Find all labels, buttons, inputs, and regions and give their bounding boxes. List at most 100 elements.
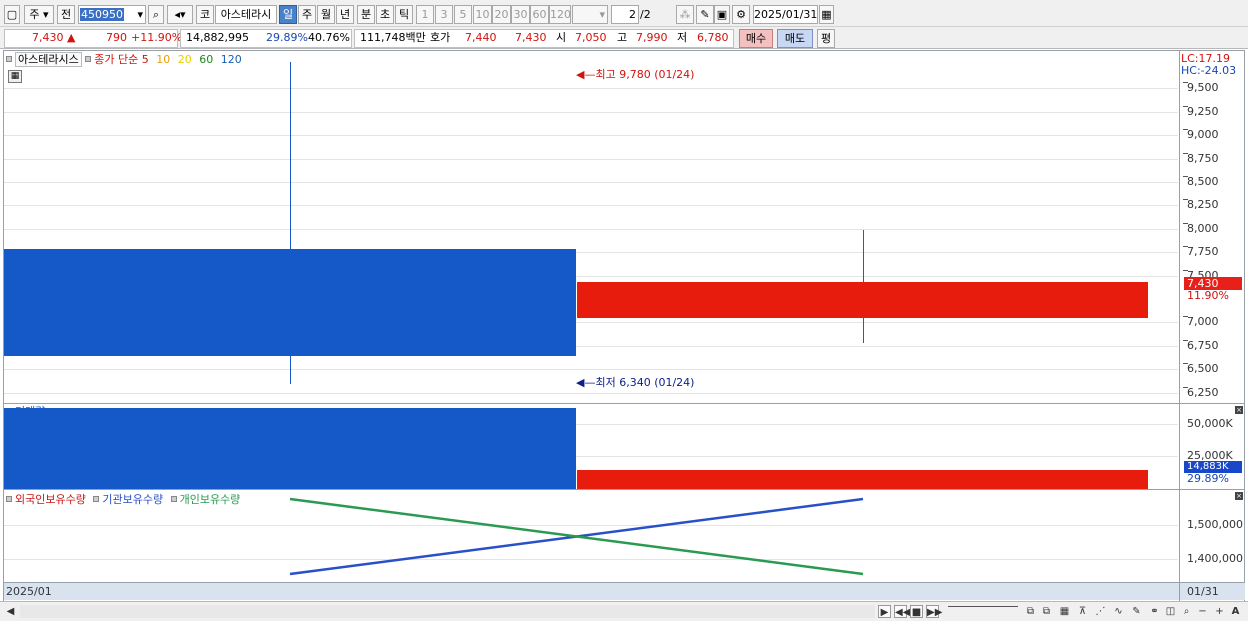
tick-5[interactable]: 5 xyxy=(454,5,472,24)
date-input[interactable]: 2025/01/31 xyxy=(753,5,818,24)
speaker-icon[interactable]: ◂▾ xyxy=(167,5,193,24)
left-arrow-icon: ◀— xyxy=(576,68,596,81)
tick-60[interactable]: 60 xyxy=(530,5,549,24)
crosshair-icon[interactable]: ✎ xyxy=(696,5,714,24)
multi-window-icon[interactable]: ⧉ xyxy=(1024,605,1037,618)
y-tick-label: 7,000 xyxy=(1187,315,1219,328)
grid-line xyxy=(4,159,1178,160)
save-icon[interactable]: ▣ xyxy=(714,5,730,24)
custom-tick-select[interactable]: ▾ xyxy=(572,5,608,24)
period-minute[interactable]: 분 xyxy=(357,5,375,24)
search-icon[interactable]: ⌕ xyxy=(148,5,164,24)
y-tick-label: 9,500 xyxy=(1187,81,1219,94)
tick-120[interactable]: 120 xyxy=(549,5,571,24)
tick-10[interactable]: 10 xyxy=(473,5,492,24)
chevron-down-icon: ▾ xyxy=(599,8,605,21)
sync-icon[interactable]: ⁂ xyxy=(676,5,694,24)
min-price-annotation: ◀—최저 6,340 (01/24) xyxy=(576,376,695,389)
interval-select[interactable]: 주 ▾ xyxy=(24,5,54,24)
eval-button[interactable]: 평 xyxy=(817,29,835,48)
grid-line xyxy=(4,229,1178,230)
candle-body xyxy=(4,249,576,356)
hoga-label: 호가 xyxy=(430,31,451,44)
zoom-in-icon[interactable]: + xyxy=(1213,605,1226,618)
market-button[interactable]: 코 xyxy=(196,5,214,24)
scroll-left-icon[interactable]: ◀ xyxy=(4,605,17,618)
calendar-icon[interactable]: ▦ xyxy=(819,5,834,24)
volume-bar xyxy=(4,408,576,489)
zoom-slider[interactable] xyxy=(948,606,1018,615)
top-toolbar: ▢ 주 ▾ 전 450950 ▾ ⌕ ◂▾ 코 아스테라시 일 주 월 년 분 초… xyxy=(0,0,1248,27)
ratio-value: 40.76% xyxy=(308,31,350,44)
auto-scale-icon[interactable]: A xyxy=(1229,605,1242,618)
grid-line xyxy=(4,205,1178,206)
sell-button[interactable]: 매도 xyxy=(777,29,813,48)
close-icon[interactable]: × xyxy=(1235,406,1243,414)
ma-5-label: 5 xyxy=(141,53,149,66)
grid-line xyxy=(4,182,1178,183)
panel-divider[interactable] xyxy=(4,403,1245,404)
legend-marker-icon xyxy=(85,56,92,62)
candle-body xyxy=(577,282,1148,318)
gear-icon[interactable]: ⚙ xyxy=(732,5,750,24)
y-tick-label: 8,000 xyxy=(1187,222,1219,235)
ruler-icon[interactable]: ⊼ xyxy=(1076,605,1089,618)
period-tick[interactable]: 틱 xyxy=(395,5,413,24)
ma-60-label: 60 xyxy=(199,53,214,66)
period-month[interactable]: 월 xyxy=(317,5,335,24)
hc-label: HC:-24.03 xyxy=(1181,64,1237,77)
period-year[interactable]: 년 xyxy=(336,5,354,24)
holding-lines xyxy=(289,497,864,576)
y-tick-label: 1,500,000 xyxy=(1187,518,1243,531)
rewind-icon[interactable]: ◀◀ xyxy=(894,605,910,618)
wave-icon[interactable]: ∿ xyxy=(1112,605,1125,618)
scroll-right-icon[interactable]: ▶ xyxy=(878,605,891,618)
pencil-icon[interactable]: ✎ xyxy=(1130,605,1143,618)
period-week[interactable]: 주 xyxy=(298,5,316,24)
chevron-down-icon: ▾ xyxy=(137,8,143,21)
hoga-ask: 7,440 xyxy=(465,31,497,44)
stock-name-field[interactable]: 아스테라시 xyxy=(215,5,277,24)
zoom-out-icon[interactable]: − xyxy=(1196,605,1209,618)
legend-marker-icon xyxy=(6,56,12,62)
page-current-input[interactable]: 2 xyxy=(611,5,639,24)
stock-name-tag[interactable]: 아스테라시스 xyxy=(15,52,82,67)
high-value: 7,990 xyxy=(636,31,668,44)
layers-icon[interactable]: ◫ xyxy=(1164,605,1177,618)
tick-20[interactable]: 20 xyxy=(492,5,511,24)
close-icon[interactable]: × xyxy=(1235,492,1243,500)
quote-bar: 7,430 ▲ 790 +11.90% 14,882,995 29.89% 40… xyxy=(0,27,1248,49)
tick-30[interactable]: 30 xyxy=(511,5,530,24)
volume-value: 14,882,995 xyxy=(186,31,249,44)
prev-button[interactable]: 전 xyxy=(57,5,75,24)
tick-1[interactable]: 1 xyxy=(416,5,434,24)
link-icon[interactable]: ⚭ xyxy=(1148,605,1161,618)
ma-legend-title[interactable]: 종가 단순 xyxy=(94,53,138,66)
buy-button[interactable]: 매수 xyxy=(739,29,773,48)
y-tick-label: 6,750 xyxy=(1187,339,1219,352)
volume-bar xyxy=(577,470,1148,489)
grid-line xyxy=(4,88,1178,89)
table-view-icon[interactable]: ▦ xyxy=(8,70,22,83)
trendline-icon[interactable]: ⋰ xyxy=(1094,605,1107,618)
stop-icon[interactable]: ■ xyxy=(910,605,923,618)
current-price: 7,430 xyxy=(32,31,64,44)
period-day[interactable]: 일 xyxy=(279,5,297,24)
low-label: 저 xyxy=(677,31,688,44)
open-label: 시 xyxy=(556,31,567,44)
fast-forward-icon[interactable]: ▶▶ xyxy=(926,605,942,618)
max-price-annotation: ◀—최고 9,780 (01/24) xyxy=(576,68,695,81)
horizontal-scrollbar[interactable] xyxy=(20,605,875,618)
ma-10-label: 10 xyxy=(156,53,171,66)
stock-code-input[interactable]: 450950 ▾ xyxy=(78,5,146,24)
period-second[interactable]: 초 xyxy=(376,5,394,24)
volume-turnover-tag: 29.89% xyxy=(1187,472,1229,485)
grid-icon[interactable]: ▦ xyxy=(1058,605,1071,618)
ma-120-label: 120 xyxy=(220,53,242,66)
magnifier-icon[interactable]: ⌕ xyxy=(1180,605,1193,618)
y-tick-label: 50,000K xyxy=(1187,417,1233,430)
copy-icon[interactable]: ⧉ xyxy=(1040,605,1053,618)
window-icon[interactable]: ▢ xyxy=(4,5,20,24)
tick-3[interactable]: 3 xyxy=(435,5,453,24)
x-axis-divider xyxy=(1179,583,1180,601)
